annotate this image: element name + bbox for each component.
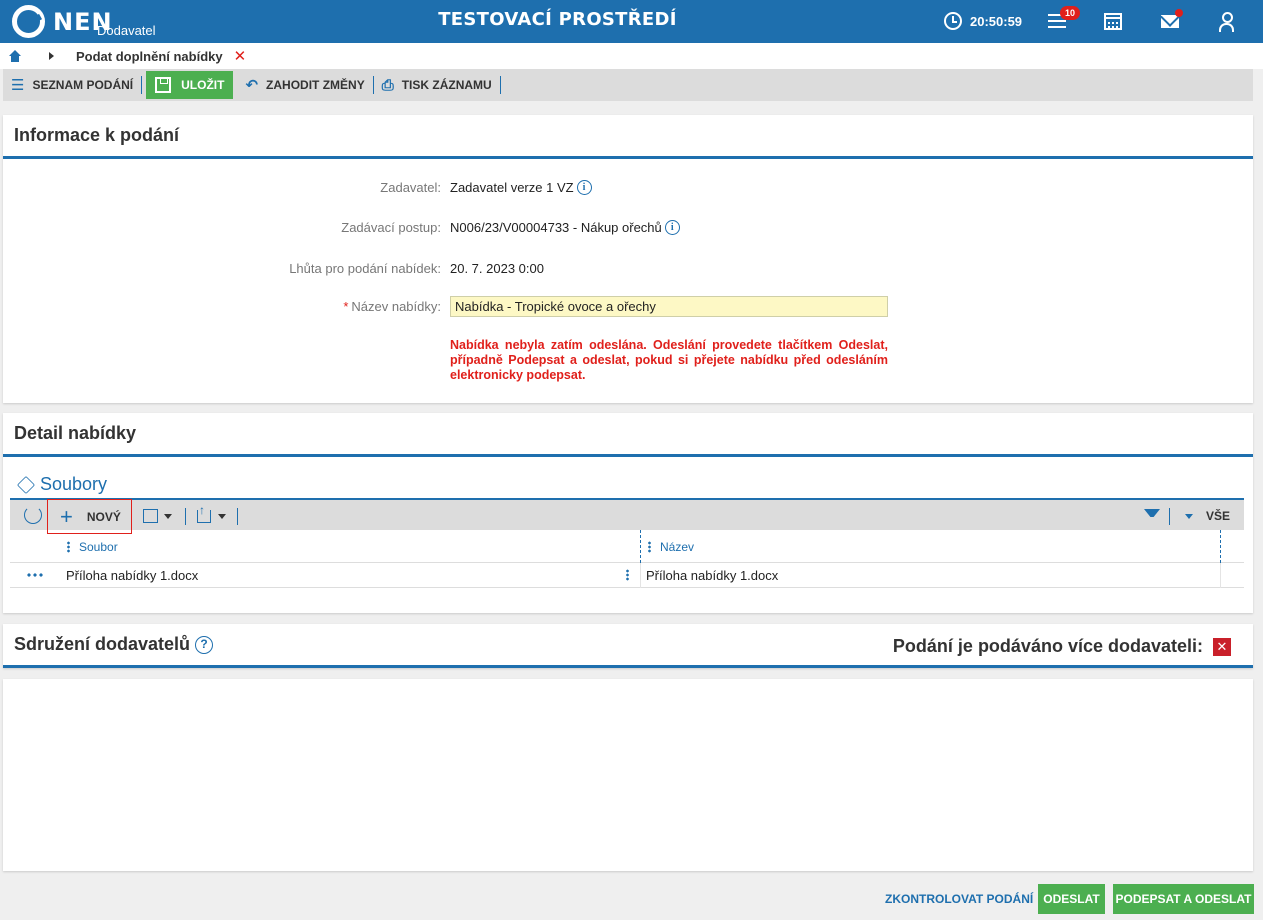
- column-header-file-label: Soubor: [79, 540, 118, 554]
- required-marker: *: [343, 299, 349, 314]
- refresh-icon[interactable]: [24, 506, 42, 524]
- check-submission-button[interactable]: ZKONTROLOVAT PODÁNÍ: [885, 892, 1033, 906]
- procedure-value: N006/23/V00004733 - Nákup ořechů i: [450, 220, 680, 235]
- top-bar: NEN Dodavatel TESTOVACÍ PROSTŘEDÍ 20:50:…: [0, 0, 1263, 43]
- filter-icon[interactable]: [1144, 509, 1160, 525]
- multi-supplier-checkbox[interactable]: ✕: [1213, 637, 1231, 656]
- table-row[interactable]: Příloha nabídky 1.docx Příloha nabídky 1…: [10, 563, 1244, 588]
- list-submissions-label: SEZNAM PODÁNÍ: [32, 78, 134, 92]
- info-icon[interactable]: i: [576, 180, 592, 195]
- tag-icon: [16, 475, 36, 494]
- print-record-button[interactable]: ⎙ TISK ZÁZNAMU: [374, 69, 500, 101]
- deadline-label: Lhůta pro podání nabídek:: [289, 261, 441, 276]
- discard-changes-label: ZAHODIT ZMĚNY: [266, 78, 365, 92]
- grid-toolbar-divider: [237, 508, 238, 525]
- column-menu-icon[interactable]: [648, 541, 651, 553]
- undo-icon: ↶: [245, 77, 259, 94]
- mail-unread-dot: [1175, 9, 1183, 17]
- chevron-down-icon[interactable]: [218, 514, 226, 519]
- offer-name-label: Název nabídky:: [351, 299, 441, 314]
- chevron-down-icon[interactable]: [1185, 514, 1193, 519]
- export-icon[interactable]: [197, 503, 211, 523]
- grid-toolbar-divider: [1169, 508, 1170, 525]
- not-sent-warning: Nabídka nebyla zatím odeslána. Odeslání …: [450, 338, 888, 382]
- list-submissions-button[interactable]: ☰ SEZNAM PODÁNÍ: [3, 69, 141, 101]
- offer-detail-title: Detail nabídky: [3, 413, 1253, 457]
- offer-name-label-wrap: * Název nabídky:: [343, 299, 441, 314]
- cell-menu-icon[interactable]: [626, 569, 629, 581]
- new-file-button[interactable]: + NOVÝ: [47, 499, 132, 534]
- more-options-icon[interactable]: [26, 573, 44, 577]
- save-label: ULOŽIT: [181, 78, 225, 92]
- procedure-text: N006/23/V00004733 - Nákup ořechů: [450, 220, 662, 235]
- breadcrumb-current[interactable]: Podat doplnění nabídky: [76, 49, 223, 64]
- bottom-action-bar: ZKONTROLOVAT PODÁNÍ ODESLAT PODEPSAT A O…: [0, 876, 1263, 920]
- supplier-association-panel: Sdružení dodavatelů ? Podání je podáváno…: [3, 624, 1253, 668]
- mail-icon[interactable]: [1161, 15, 1179, 28]
- cell-divider: [640, 563, 641, 588]
- grid-toolbar-divider: [185, 508, 186, 525]
- submission-info-title: Informace k podání: [3, 115, 1253, 159]
- offer-name-input[interactable]: [450, 296, 888, 317]
- files-section-title: Soubory: [16, 474, 108, 495]
- clock-icon: [944, 12, 962, 30]
- save-button[interactable]: ULOŽIT: [146, 71, 234, 99]
- supplier-association-body: [3, 679, 1253, 871]
- notification-badge: 10: [1060, 6, 1080, 20]
- column-divider[interactable]: [1220, 530, 1221, 563]
- files-title-text: Soubory: [40, 474, 108, 494]
- cell-divider: [1220, 563, 1221, 588]
- view-all-button[interactable]: VŠE: [1206, 509, 1230, 523]
- print-record-label: TISK ZÁZNAMU: [401, 78, 492, 92]
- procedure-label: Zadávací postup:: [341, 220, 441, 235]
- toolbar-divider: [499, 76, 501, 94]
- column-menu-icon[interactable]: [67, 541, 70, 553]
- column-header-file[interactable]: Soubor: [67, 540, 118, 554]
- discard-changes-button[interactable]: ↶ ZAHODIT ZMĚNY: [237, 69, 372, 101]
- offer-detail-panel: Detail nabídky Soubory + NOVÝ VŠE Soubor…: [3, 413, 1253, 613]
- new-file-label: NOVÝ: [86, 509, 121, 524]
- column-header-name[interactable]: Název: [648, 540, 694, 554]
- deadline-value: 20. 7. 2023 0:00: [450, 261, 544, 276]
- clock-time: 20:50:59: [970, 13, 1023, 29]
- submission-info-panel: Informace k podání Zadavatel: Zadavatel …: [3, 115, 1253, 403]
- toolbar-divider: [141, 76, 143, 94]
- calculator-icon[interactable]: [1104, 13, 1122, 30]
- help-icon[interactable]: ?: [195, 635, 214, 654]
- chevron-down-icon[interactable]: [164, 514, 172, 519]
- session-clock: 20:50:59: [944, 12, 1022, 30]
- contracting-authority-text: Zadavatel verze 1 VZ: [450, 180, 574, 195]
- save-icon: [155, 77, 172, 93]
- main-toolbar: ☰ SEZNAM PODÁNÍ ULOŽIT ↶ ZAHODIT ZMĚNY ⎙…: [3, 69, 1253, 101]
- info-icon[interactable]: i: [664, 220, 680, 235]
- print-icon[interactable]: [143, 509, 158, 523]
- printer-icon: ⎙: [381, 76, 394, 94]
- files-grid-header: Soubor Název: [10, 530, 1244, 563]
- column-header-name-label: Název: [660, 540, 695, 554]
- name-cell: Příloha nabídky 1.docx: [646, 568, 779, 583]
- breadcrumb-arrow-icon: [49, 52, 54, 60]
- multi-supplier-toggle-row: Podání je podáváno více dodavateli: ✕: [893, 636, 1231, 657]
- home-icon[interactable]: [9, 50, 21, 62]
- file-cell[interactable]: Příloha nabídky 1.docx: [66, 568, 198, 583]
- breadcrumb: Podat doplnění nabídky ✕: [0, 43, 1263, 69]
- files-grid-toolbar: + NOVÝ VŠE: [10, 498, 1244, 534]
- column-divider[interactable]: [640, 530, 641, 563]
- sign-and-send-button[interactable]: PODEPSAT A ODESLAT: [1113, 884, 1254, 914]
- multi-supplier-label: Podání je podáváno více dodavateli:: [892, 636, 1203, 656]
- user-icon[interactable]: [1218, 12, 1234, 32]
- supplier-association-title: Sdružení dodavatelů: [14, 634, 191, 654]
- close-tab-icon[interactable]: ✕: [234, 49, 247, 64]
- list-icon: ☰: [11, 77, 25, 94]
- plus-icon: +: [60, 503, 73, 529]
- contracting-authority-value: Zadavatel verze 1 VZ i: [450, 180, 592, 195]
- contracting-authority-label: Zadavatel:: [380, 180, 441, 195]
- send-button[interactable]: ODESLAT: [1038, 884, 1105, 914]
